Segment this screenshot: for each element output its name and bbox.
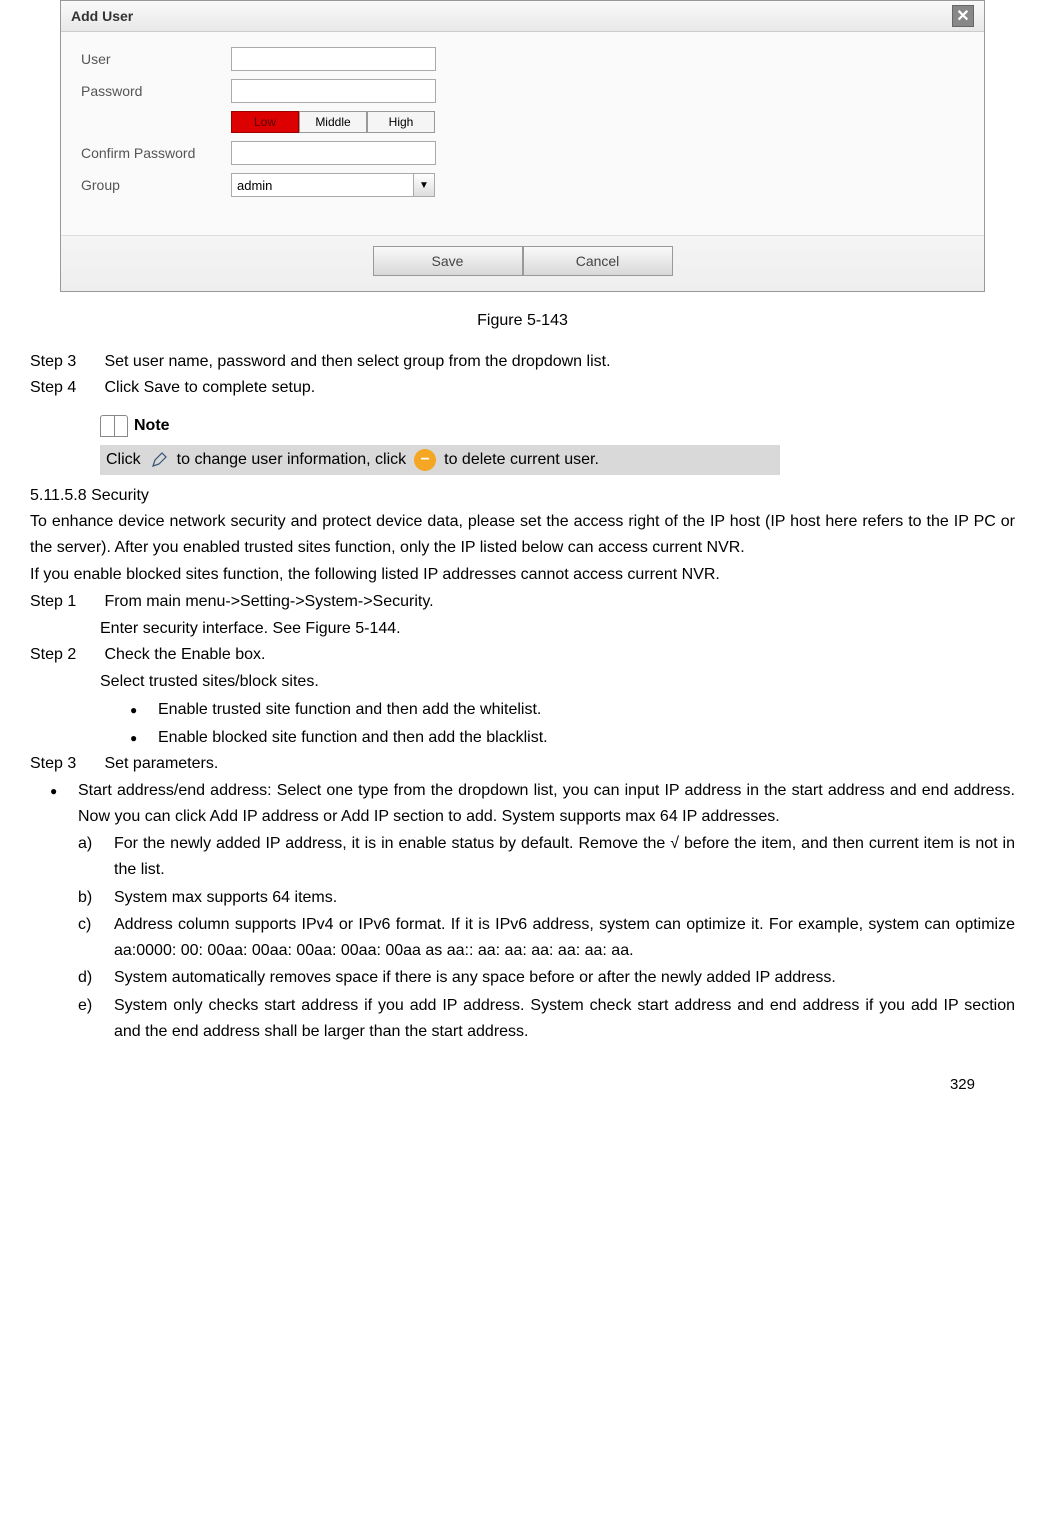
step-label: Step 3 bbox=[30, 752, 100, 776]
sec-step-1: Step 1 From main menu->Setting->System->… bbox=[30, 590, 1015, 614]
sec-step-2: Step 2 Check the Enable box. bbox=[30, 643, 1015, 667]
group-select[interactable]: ▼ bbox=[231, 173, 435, 197]
strength-low-segment: Low bbox=[231, 111, 299, 133]
strength-middle-segment: Middle bbox=[299, 111, 367, 133]
list-item: Enable blocked site function and then ad… bbox=[130, 725, 1015, 751]
list-item-d: d)System automatically removes space if … bbox=[78, 965, 1015, 991]
dialog-form: User Password Low Middle High Confirm Pa… bbox=[61, 32, 984, 235]
book-icon bbox=[100, 415, 128, 437]
step-label: Step 2 bbox=[30, 643, 100, 667]
sec-step-3: Step 3 Set parameters. bbox=[30, 752, 1015, 776]
security-intro-2: If you enable blocked sites function, th… bbox=[30, 562, 1015, 588]
dialog-titlebar: Add User ✕ bbox=[61, 1, 984, 32]
step-label: Step 3 bbox=[30, 350, 100, 374]
param-bullet: Start address/end address: Select one ty… bbox=[50, 778, 1015, 829]
site-bullets: Enable trusted site function and then ad… bbox=[130, 697, 1015, 750]
sec-step-1-sub: Enter security interface. See Figure 5-1… bbox=[100, 616, 1015, 642]
page-number: 329 bbox=[30, 1046, 1015, 1093]
close-icon[interactable]: ✕ bbox=[952, 5, 974, 27]
step-label: Step 1 bbox=[30, 590, 100, 614]
save-button[interactable]: Save bbox=[373, 246, 523, 276]
step-3: Step 3 Set user name, password and then … bbox=[30, 350, 1015, 374]
note-text-1: Click bbox=[106, 451, 141, 469]
note-title: Note bbox=[134, 417, 170, 435]
list-item: Start address/end address: Select one ty… bbox=[50, 778, 1015, 829]
step-text: Set user name, password and then select … bbox=[104, 353, 610, 370]
group-label: Group bbox=[81, 177, 231, 193]
section-title: Security bbox=[91, 487, 149, 504]
chevron-down-icon[interactable]: ▼ bbox=[413, 173, 435, 197]
add-user-dialog: Add User ✕ User Password Low Middle High… bbox=[60, 0, 985, 292]
section-heading: 5.11.5.8 Security bbox=[30, 487, 1015, 505]
note-header: Note bbox=[100, 415, 780, 437]
letter-list: a)For the newly added IP address, it is … bbox=[78, 831, 1015, 1044]
security-intro-1: To enhance device network security and p… bbox=[30, 509, 1015, 560]
dialog-actions: Save Cancel bbox=[61, 235, 984, 291]
password-input[interactable] bbox=[231, 79, 436, 103]
note-text-2: to change user information, click bbox=[177, 451, 406, 469]
user-label: User bbox=[81, 51, 231, 67]
group-value[interactable] bbox=[231, 173, 414, 197]
step-text: Check the Enable box. bbox=[104, 646, 265, 663]
step-text: Click Save to complete setup. bbox=[104, 379, 315, 396]
password-label: Password bbox=[81, 83, 231, 99]
cancel-button[interactable]: Cancel bbox=[523, 246, 673, 276]
list-item: Enable trusted site function and then ad… bbox=[130, 697, 1015, 723]
list-item-b: b)System max supports 64 items. bbox=[78, 885, 1015, 911]
section-number: 5.11.5.8 bbox=[30, 487, 87, 504]
step-text: From main menu->Setting->System->Securit… bbox=[104, 593, 433, 610]
confirm-password-input[interactable] bbox=[231, 141, 436, 165]
step-4: Step 4 Click Save to complete setup. bbox=[30, 376, 1015, 400]
minus-circle-icon: − bbox=[414, 449, 436, 471]
step-text: Set parameters. bbox=[104, 755, 218, 772]
strength-high-segment: High bbox=[367, 111, 435, 133]
figure-caption: Figure 5-143 bbox=[30, 312, 1015, 330]
list-item-c: c)Address column supports IPv4 or IPv6 f… bbox=[78, 912, 1015, 963]
note-content: Click to change user information, click … bbox=[100, 445, 780, 475]
confirm-password-label: Confirm Password bbox=[81, 145, 231, 161]
note-text-3: to delete current user. bbox=[444, 451, 599, 469]
password-strength-meter: Low Middle High bbox=[231, 111, 964, 133]
list-item-e: e)System only checks start address if yo… bbox=[78, 993, 1015, 1044]
dialog-title-text: Add User bbox=[71, 8, 133, 24]
list-item-a: a)For the newly added IP address, it is … bbox=[78, 831, 1015, 882]
step-label: Step 4 bbox=[30, 376, 100, 400]
user-input[interactable] bbox=[231, 47, 436, 71]
note-block: Note Click to change user information, c… bbox=[100, 415, 780, 475]
sec-step-2-sub: Select trusted sites/block sites. bbox=[100, 669, 1015, 695]
pencil-icon bbox=[149, 450, 169, 470]
